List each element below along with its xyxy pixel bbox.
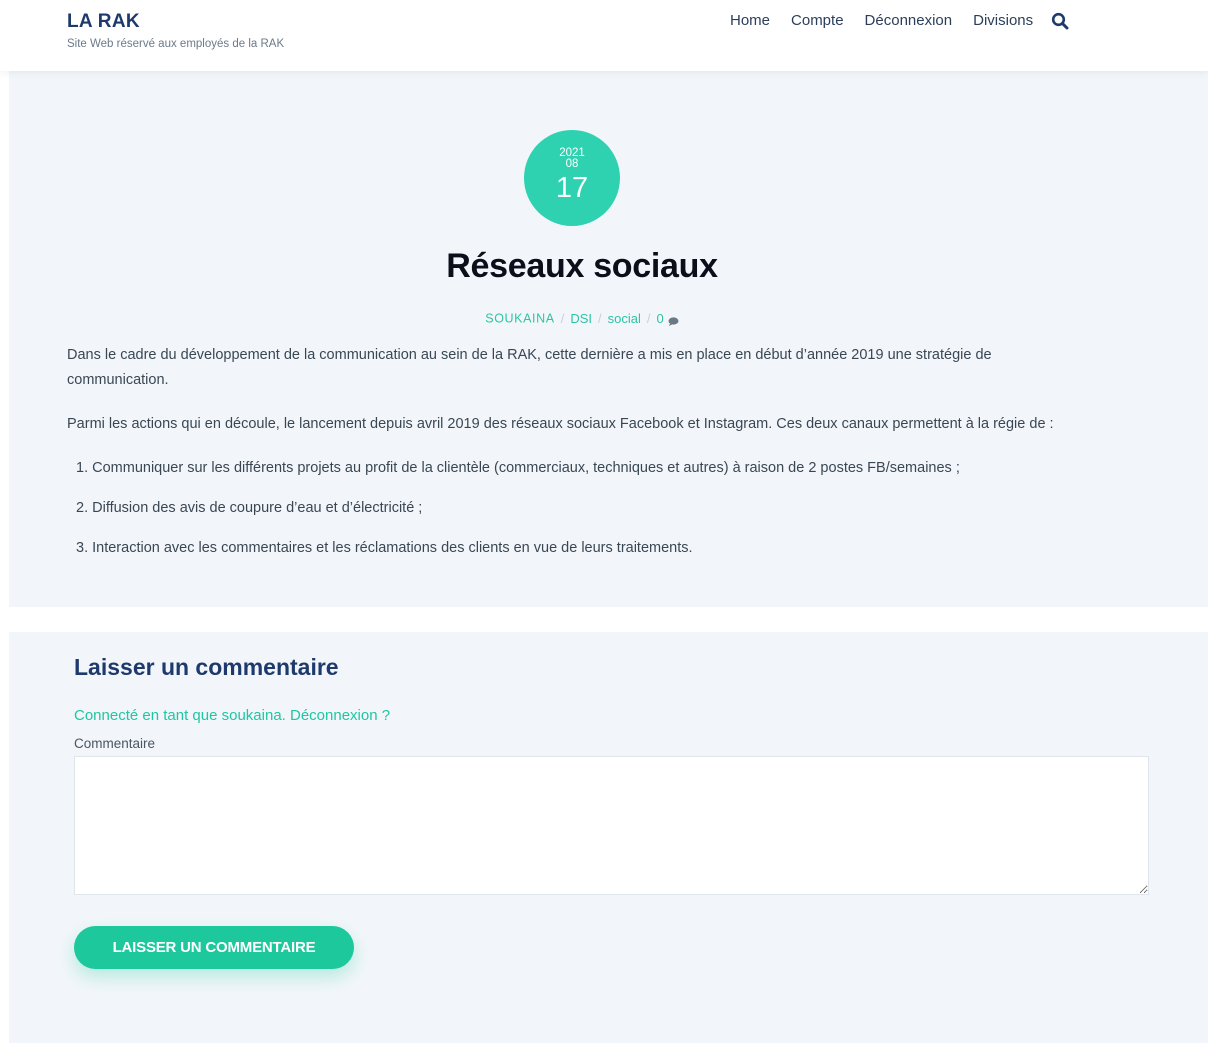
- comment-count-link[interactable]: 0: [656, 311, 663, 326]
- logged-in-as-link[interactable]: Connecté en tant que soukaina.: [74, 707, 286, 724]
- comment-bubble-icon: [668, 314, 679, 327]
- search-icon[interactable]: [1051, 12, 1069, 30]
- main-nav: Home Compte Déconnexion Divisions: [730, 11, 1069, 30]
- list-item: 2. Diffusion des avis de coupure d’eau e…: [76, 500, 423, 516]
- date-day: 17: [555, 172, 589, 204]
- comment-textarea[interactable]: [74, 756, 1149, 895]
- post-meta: SOUKAINA / DSI / social / 0: [9, 310, 1155, 327]
- post-category-link[interactable]: DSI: [570, 311, 592, 326]
- comment-label: Commentaire: [74, 736, 156, 751]
- nav-home[interactable]: Home: [730, 12, 770, 29]
- reply-title: Laisser un commentaire: [74, 654, 339, 680]
- date-month: 08: [565, 158, 579, 170]
- site-description: Site Web réservé aux employés de la RAK: [67, 38, 285, 50]
- post-article: 2021 08 17 Réseaux sociaux SOUKAINA / DSI /…: [9, 71, 1208, 607]
- date-badge: 2021 08 17: [524, 130, 620, 226]
- list-item: 3. Interaction avec les commentaires et …: [76, 540, 693, 556]
- nav-compte[interactable]: Compte: [791, 12, 844, 29]
- nav-divisions[interactable]: Divisions: [973, 12, 1033, 29]
- post-list: 1. Communiquer sur les différents projet…: [76, 456, 1097, 561]
- meta-separator: /: [646, 311, 651, 327]
- site-header: LA RAK Site Web réservé aux employés de …: [0, 0, 1208, 71]
- post-content: Dans le cadre du développement de la com…: [67, 343, 1097, 576]
- post-title: Réseaux sociaux: [446, 247, 718, 285]
- comment-section: Laisser un commentaire Connecté en tant …: [9, 632, 1208, 1043]
- logged-in-notice: Connecté en tant que soukaina. Déconnexi…: [74, 707, 390, 724]
- site-title[interactable]: LA RAK: [67, 11, 140, 33]
- post-tag-link[interactable]: social: [608, 311, 641, 326]
- post-paragraph: Dans le cadre du développement de la com…: [67, 347, 992, 388]
- nav-deconnexion[interactable]: Déconnexion: [865, 12, 953, 29]
- logout-link[interactable]: Déconnexion ?: [290, 707, 390, 724]
- submit-comment-button[interactable]: LAISSER UN COMMENTAIRE: [74, 926, 354, 969]
- list-item: 1. Communiquer sur les différents projet…: [76, 460, 960, 476]
- post-author-link[interactable]: SOUKAINA: [485, 312, 554, 326]
- post-paragraph: Parmi les actions qui en découle, le lan…: [67, 416, 1054, 432]
- meta-separator: /: [597, 311, 602, 327]
- meta-separator: /: [560, 311, 565, 327]
